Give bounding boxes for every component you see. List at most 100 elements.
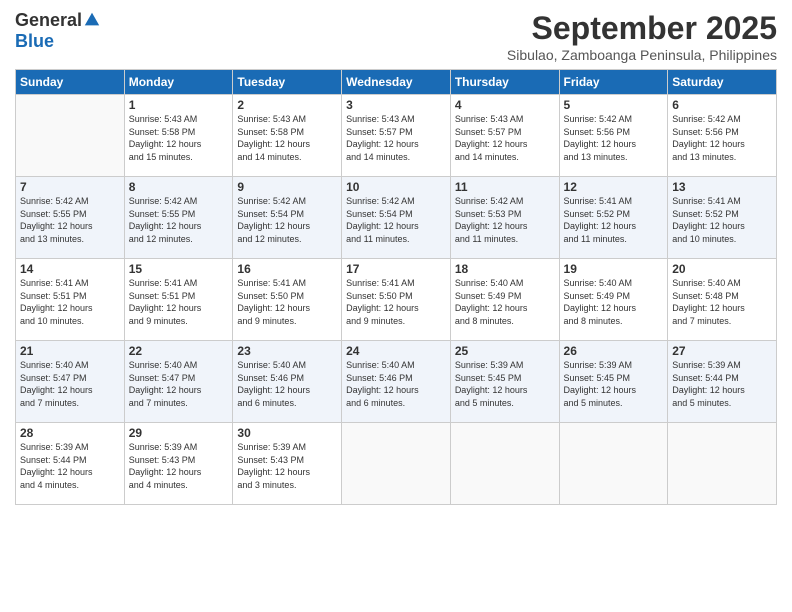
day-number: 9 (237, 180, 337, 194)
table-row: 12Sunrise: 5:41 AM Sunset: 5:52 PM Dayli… (559, 177, 668, 259)
table-row: 23Sunrise: 5:40 AM Sunset: 5:46 PM Dayli… (233, 341, 342, 423)
day-info: Sunrise: 5:40 AM Sunset: 5:47 PM Dayligh… (20, 359, 120, 409)
day-number: 22 (129, 344, 229, 358)
title-section: September 2025 Sibulao, Zamboanga Penins… (507, 10, 777, 63)
calendar-table: Sunday Monday Tuesday Wednesday Thursday… (15, 69, 777, 505)
day-info: Sunrise: 5:42 AM Sunset: 5:53 PM Dayligh… (455, 195, 555, 245)
table-row: 3Sunrise: 5:43 AM Sunset: 5:57 PM Daylig… (342, 95, 451, 177)
logo-blue-text: Blue (15, 31, 54, 52)
header: General Blue September 2025 Sibulao, Zam… (15, 10, 777, 63)
table-row: 6Sunrise: 5:42 AM Sunset: 5:56 PM Daylig… (668, 95, 777, 177)
day-info: Sunrise: 5:41 AM Sunset: 5:50 PM Dayligh… (346, 277, 446, 327)
header-wednesday: Wednesday (342, 70, 451, 95)
table-row: 25Sunrise: 5:39 AM Sunset: 5:45 PM Dayli… (450, 341, 559, 423)
header-monday: Monday (124, 70, 233, 95)
table-row (450, 423, 559, 505)
table-row: 7Sunrise: 5:42 AM Sunset: 5:55 PM Daylig… (16, 177, 125, 259)
table-row: 20Sunrise: 5:40 AM Sunset: 5:48 PM Dayli… (668, 259, 777, 341)
day-number: 5 (564, 98, 664, 112)
day-number: 6 (672, 98, 772, 112)
day-number: 26 (564, 344, 664, 358)
month-title: September 2025 (507, 10, 777, 47)
day-info: Sunrise: 5:41 AM Sunset: 5:51 PM Dayligh… (129, 277, 229, 327)
day-info: Sunrise: 5:42 AM Sunset: 5:55 PM Dayligh… (20, 195, 120, 245)
day-info: Sunrise: 5:41 AM Sunset: 5:52 PM Dayligh… (672, 195, 772, 245)
day-info: Sunrise: 5:40 AM Sunset: 5:46 PM Dayligh… (237, 359, 337, 409)
day-info: Sunrise: 5:40 AM Sunset: 5:47 PM Dayligh… (129, 359, 229, 409)
day-number: 24 (346, 344, 446, 358)
table-row: 5Sunrise: 5:42 AM Sunset: 5:56 PM Daylig… (559, 95, 668, 177)
day-info: Sunrise: 5:43 AM Sunset: 5:57 PM Dayligh… (346, 113, 446, 163)
day-number: 28 (20, 426, 120, 440)
day-info: Sunrise: 5:39 AM Sunset: 5:45 PM Dayligh… (564, 359, 664, 409)
day-info: Sunrise: 5:40 AM Sunset: 5:49 PM Dayligh… (455, 277, 555, 327)
day-info: Sunrise: 5:43 AM Sunset: 5:58 PM Dayligh… (129, 113, 229, 163)
table-row (342, 423, 451, 505)
header-saturday: Saturday (668, 70, 777, 95)
day-info: Sunrise: 5:43 AM Sunset: 5:58 PM Dayligh… (237, 113, 337, 163)
logo: General Blue (15, 10, 101, 52)
day-number: 12 (564, 180, 664, 194)
day-info: Sunrise: 5:39 AM Sunset: 5:44 PM Dayligh… (20, 441, 120, 491)
day-number: 3 (346, 98, 446, 112)
day-info: Sunrise: 5:42 AM Sunset: 5:55 PM Dayligh… (129, 195, 229, 245)
logo-general-text: General (15, 10, 82, 31)
day-number: 2 (237, 98, 337, 112)
day-number: 18 (455, 262, 555, 276)
day-info: Sunrise: 5:41 AM Sunset: 5:52 PM Dayligh… (564, 195, 664, 245)
day-info: Sunrise: 5:39 AM Sunset: 5:45 PM Dayligh… (455, 359, 555, 409)
day-info: Sunrise: 5:40 AM Sunset: 5:49 PM Dayligh… (564, 277, 664, 327)
header-friday: Friday (559, 70, 668, 95)
table-row: 16Sunrise: 5:41 AM Sunset: 5:50 PM Dayli… (233, 259, 342, 341)
table-row: 14Sunrise: 5:41 AM Sunset: 5:51 PM Dayli… (16, 259, 125, 341)
day-number: 20 (672, 262, 772, 276)
header-sunday: Sunday (16, 70, 125, 95)
header-tuesday: Tuesday (233, 70, 342, 95)
day-info: Sunrise: 5:42 AM Sunset: 5:54 PM Dayligh… (346, 195, 446, 245)
day-number: 10 (346, 180, 446, 194)
table-row (668, 423, 777, 505)
day-number: 23 (237, 344, 337, 358)
header-thursday: Thursday (450, 70, 559, 95)
table-row: 4Sunrise: 5:43 AM Sunset: 5:57 PM Daylig… (450, 95, 559, 177)
day-number: 29 (129, 426, 229, 440)
day-number: 4 (455, 98, 555, 112)
day-number: 8 (129, 180, 229, 194)
calendar-header-row: Sunday Monday Tuesday Wednesday Thursday… (16, 70, 777, 95)
day-info: Sunrise: 5:39 AM Sunset: 5:44 PM Dayligh… (672, 359, 772, 409)
table-row: 27Sunrise: 5:39 AM Sunset: 5:44 PM Dayli… (668, 341, 777, 423)
table-row: 22Sunrise: 5:40 AM Sunset: 5:47 PM Dayli… (124, 341, 233, 423)
table-row: 1Sunrise: 5:43 AM Sunset: 5:58 PM Daylig… (124, 95, 233, 177)
day-number: 13 (672, 180, 772, 194)
day-info: Sunrise: 5:42 AM Sunset: 5:56 PM Dayligh… (564, 113, 664, 163)
page: General Blue September 2025 Sibulao, Zam… (0, 0, 792, 612)
day-number: 1 (129, 98, 229, 112)
day-number: 11 (455, 180, 555, 194)
table-row: 19Sunrise: 5:40 AM Sunset: 5:49 PM Dayli… (559, 259, 668, 341)
table-row: 24Sunrise: 5:40 AM Sunset: 5:46 PM Dayli… (342, 341, 451, 423)
day-number: 17 (346, 262, 446, 276)
day-number: 14 (20, 262, 120, 276)
table-row: 11Sunrise: 5:42 AM Sunset: 5:53 PM Dayli… (450, 177, 559, 259)
day-info: Sunrise: 5:42 AM Sunset: 5:56 PM Dayligh… (672, 113, 772, 163)
table-row: 10Sunrise: 5:42 AM Sunset: 5:54 PM Dayli… (342, 177, 451, 259)
day-number: 30 (237, 426, 337, 440)
table-row: 28Sunrise: 5:39 AM Sunset: 5:44 PM Dayli… (16, 423, 125, 505)
subtitle: Sibulao, Zamboanga Peninsula, Philippine… (507, 47, 777, 63)
table-row: 2Sunrise: 5:43 AM Sunset: 5:58 PM Daylig… (233, 95, 342, 177)
logo-icon (83, 11, 101, 29)
table-row: 17Sunrise: 5:41 AM Sunset: 5:50 PM Dayli… (342, 259, 451, 341)
day-info: Sunrise: 5:39 AM Sunset: 5:43 PM Dayligh… (237, 441, 337, 491)
table-row: 13Sunrise: 5:41 AM Sunset: 5:52 PM Dayli… (668, 177, 777, 259)
day-info: Sunrise: 5:40 AM Sunset: 5:48 PM Dayligh… (672, 277, 772, 327)
table-row: 15Sunrise: 5:41 AM Sunset: 5:51 PM Dayli… (124, 259, 233, 341)
day-info: Sunrise: 5:40 AM Sunset: 5:46 PM Dayligh… (346, 359, 446, 409)
day-info: Sunrise: 5:41 AM Sunset: 5:50 PM Dayligh… (237, 277, 337, 327)
table-row: 21Sunrise: 5:40 AM Sunset: 5:47 PM Dayli… (16, 341, 125, 423)
day-info: Sunrise: 5:43 AM Sunset: 5:57 PM Dayligh… (455, 113, 555, 163)
table-row: 29Sunrise: 5:39 AM Sunset: 5:43 PM Dayli… (124, 423, 233, 505)
day-number: 19 (564, 262, 664, 276)
day-number: 16 (237, 262, 337, 276)
day-info: Sunrise: 5:41 AM Sunset: 5:51 PM Dayligh… (20, 277, 120, 327)
day-number: 21 (20, 344, 120, 358)
